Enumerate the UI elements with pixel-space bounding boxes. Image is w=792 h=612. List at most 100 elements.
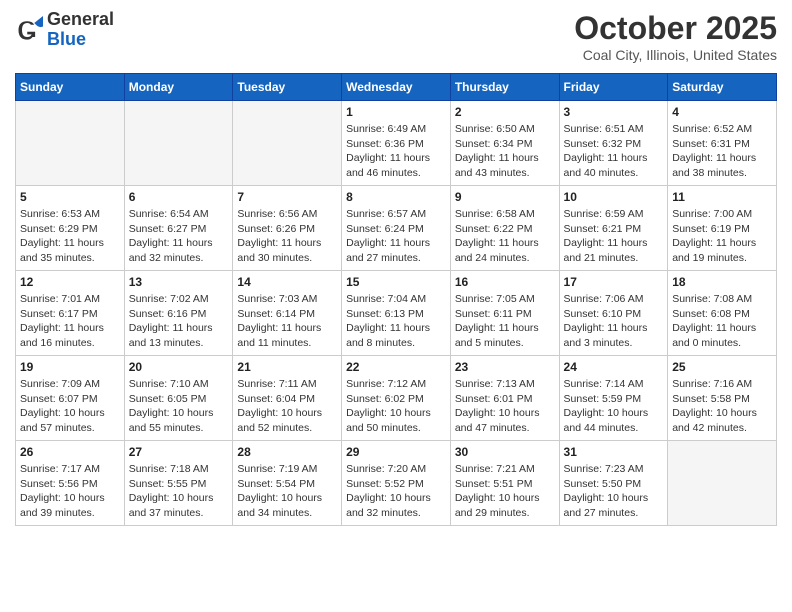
calendar-cell: 26Sunrise: 7:17 AMSunset: 5:56 PMDayligh… <box>16 441 125 526</box>
day-number: 22 <box>346 360 446 374</box>
day-number: 28 <box>237 445 337 459</box>
day-number: 9 <box>455 190 555 204</box>
calendar-week-row: 5Sunrise: 6:53 AMSunset: 6:29 PMDaylight… <box>16 186 777 271</box>
calendar-cell <box>124 101 233 186</box>
day-detail: Sunrise: 6:57 AMSunset: 6:24 PMDaylight:… <box>346 207 446 266</box>
day-detail: Sunrise: 6:52 AMSunset: 6:31 PMDaylight:… <box>672 122 772 181</box>
day-number: 27 <box>129 445 229 459</box>
day-detail: Sunrise: 7:04 AMSunset: 6:13 PMDaylight:… <box>346 292 446 351</box>
day-number: 3 <box>564 105 664 119</box>
calendar-cell: 10 Sunrise: 6:59 AMSunset: 6:21 PMDayligh… <box>559 186 668 271</box>
calendar-cell: 23 Sunrise: 7:13 AMSunset: 6:01 PMDayligh… <box>450 356 559 441</box>
page-header: General Blue October 2025 Coal City, Ill… <box>15 10 777 63</box>
day-detail: Sunrise: 7:13 AMSunset: 6:01 PMDaylight:… <box>455 377 555 436</box>
day-number: 14 <box>237 275 337 289</box>
calendar-cell: 29 Sunrise: 7:20 AMSunset: 5:52 PMDayligh… <box>342 441 451 526</box>
day-number: 4 <box>672 105 772 119</box>
day-number: 30 <box>455 445 555 459</box>
calendar-day-header: Wednesday <box>342 74 451 101</box>
calendar-cell: 4 Sunrise: 6:52 AMSunset: 6:31 PMDaylight… <box>668 101 777 186</box>
day-number: 31 <box>564 445 664 459</box>
calendar-cell: 7 Sunrise: 6:56 AMSunset: 6:26 PMDaylight… <box>233 186 342 271</box>
day-number: 8 <box>346 190 446 204</box>
day-number: 20 <box>129 360 229 374</box>
calendar-cell <box>668 441 777 526</box>
logo-icon <box>15 16 43 44</box>
calendar-cell: 28 Sunrise: 7:19 AMSunset: 5:54 PMDayligh… <box>233 441 342 526</box>
calendar-cell: 1 Sunrise: 6:49 AMSunset: 6:36 PMDaylight… <box>342 101 451 186</box>
day-detail: Sunrise: 7:05 AMSunset: 6:11 PMDaylight:… <box>455 292 555 351</box>
calendar-day-header: Tuesday <box>233 74 342 101</box>
calendar-week-row: 19Sunrise: 7:09 AMSunset: 6:07 PMDayligh… <box>16 356 777 441</box>
day-detail: Sunrise: 7:21 AMSunset: 5:51 PMDaylight:… <box>455 462 555 521</box>
day-number: 13 <box>129 275 229 289</box>
day-number: 25 <box>672 360 772 374</box>
day-number: 7 <box>237 190 337 204</box>
calendar-cell: 24 Sunrise: 7:14 AMSunset: 5:59 PMDayligh… <box>559 356 668 441</box>
calendar-cell: 27 Sunrise: 7:18 AMSunset: 5:55 PMDayligh… <box>124 441 233 526</box>
day-detail: Sunrise: 6:50 AMSunset: 6:34 PMDaylight:… <box>455 122 555 181</box>
title-block: October 2025 Coal City, Illinois, United… <box>574 10 777 63</box>
day-number: 23 <box>455 360 555 374</box>
day-detail: Sunrise: 7:20 AMSunset: 5:52 PMDaylight:… <box>346 462 446 521</box>
day-number: 1 <box>346 105 446 119</box>
calendar-cell: 18Sunrise: 7:08 AMSunset: 6:08 PMDayligh… <box>668 271 777 356</box>
calendar-body: 1 Sunrise: 6:49 AMSunset: 6:36 PMDaylight… <box>16 101 777 526</box>
calendar-cell: 21 Sunrise: 7:11 AMSunset: 6:04 PMDayligh… <box>233 356 342 441</box>
logo-text: General Blue <box>47 10 114 50</box>
calendar-cell: 30 Sunrise: 7:21 AMSunset: 5:51 PMDayligh… <box>450 441 559 526</box>
day-number: 29 <box>346 445 446 459</box>
day-detail: Sunrise: 7:19 AMSunset: 5:54 PMDaylight:… <box>237 462 337 521</box>
day-number: 26 <box>20 445 120 459</box>
day-detail: Sunrise: 6:58 AMSunset: 6:22 PMDaylight:… <box>455 207 555 266</box>
day-number: 10 <box>564 190 664 204</box>
day-number: 2 <box>455 105 555 119</box>
calendar-cell: 20 Sunrise: 7:10 AMSunset: 6:05 PMDayligh… <box>124 356 233 441</box>
calendar-cell: 17 Sunrise: 7:06 AMSunset: 6:10 PMDayligh… <box>559 271 668 356</box>
calendar-cell <box>233 101 342 186</box>
day-detail: Sunrise: 7:06 AMSunset: 6:10 PMDaylight:… <box>564 292 664 351</box>
day-detail: Sunrise: 6:56 AMSunset: 6:26 PMDaylight:… <box>237 207 337 266</box>
calendar-cell: 25 Sunrise: 7:16 AMSunset: 5:58 PMDayligh… <box>668 356 777 441</box>
day-number: 21 <box>237 360 337 374</box>
month-title: October 2025 <box>574 10 777 47</box>
logo: General Blue <box>15 10 114 50</box>
calendar-header-row: SundayMondayTuesdayWednesdayThursdayFrid… <box>16 74 777 101</box>
calendar-day-header: Thursday <box>450 74 559 101</box>
calendar-cell: 9 Sunrise: 6:58 AMSunset: 6:22 PMDaylight… <box>450 186 559 271</box>
day-number: 17 <box>564 275 664 289</box>
day-detail: Sunrise: 7:10 AMSunset: 6:05 PMDaylight:… <box>129 377 229 436</box>
calendar-cell: 6 Sunrise: 6:54 AMSunset: 6:27 PMDaylight… <box>124 186 233 271</box>
calendar-cell: 11Sunrise: 7:00 AMSunset: 6:19 PMDayligh… <box>668 186 777 271</box>
day-detail: Sunrise: 7:16 AMSunset: 5:58 PMDaylight:… <box>672 377 772 436</box>
calendar-week-row: 1 Sunrise: 6:49 AMSunset: 6:36 PMDaylight… <box>16 101 777 186</box>
calendar-cell: 3 Sunrise: 6:51 AMSunset: 6:32 PMDaylight… <box>559 101 668 186</box>
day-detail: Sunrise: 6:59 AMSunset: 6:21 PMDaylight:… <box>564 207 664 266</box>
calendar-cell: 5Sunrise: 6:53 AMSunset: 6:29 PMDaylight… <box>16 186 125 271</box>
day-detail: Sunrise: 7:14 AMSunset: 5:59 PMDaylight:… <box>564 377 664 436</box>
calendar-cell: 13 Sunrise: 7:02 AMSunset: 6:16 PMDayligh… <box>124 271 233 356</box>
day-detail: Sunrise: 7:11 AMSunset: 6:04 PMDaylight:… <box>237 377 337 436</box>
calendar-cell: 22 Sunrise: 7:12 AMSunset: 6:02 PMDayligh… <box>342 356 451 441</box>
calendar-cell: 2 Sunrise: 6:50 AMSunset: 6:34 PMDaylight… <box>450 101 559 186</box>
calendar-week-row: 26Sunrise: 7:17 AMSunset: 5:56 PMDayligh… <box>16 441 777 526</box>
day-detail: Sunrise: 7:12 AMSunset: 6:02 PMDaylight:… <box>346 377 446 436</box>
day-detail: Sunrise: 7:09 AMSunset: 6:07 PMDaylight:… <box>20 377 120 436</box>
calendar-cell: 16Sunrise: 7:05 AMSunset: 6:11 PMDayligh… <box>450 271 559 356</box>
calendar-week-row: 12Sunrise: 7:01 AMSunset: 6:17 PMDayligh… <box>16 271 777 356</box>
calendar-day-header: Sunday <box>16 74 125 101</box>
day-number: 6 <box>129 190 229 204</box>
day-detail: Sunrise: 7:01 AMSunset: 6:17 PMDaylight:… <box>20 292 120 351</box>
day-number: 18 <box>672 275 772 289</box>
day-number: 24 <box>564 360 664 374</box>
day-detail: Sunrise: 6:51 AMSunset: 6:32 PMDaylight:… <box>564 122 664 181</box>
day-detail: Sunrise: 6:49 AMSunset: 6:36 PMDaylight:… <box>346 122 446 181</box>
calendar-day-header: Friday <box>559 74 668 101</box>
calendar-cell: 8 Sunrise: 6:57 AMSunset: 6:24 PMDaylight… <box>342 186 451 271</box>
location: Coal City, Illinois, United States <box>574 47 777 63</box>
day-detail: Sunrise: 7:02 AMSunset: 6:16 PMDaylight:… <box>129 292 229 351</box>
day-detail: Sunrise: 7:18 AMSunset: 5:55 PMDaylight:… <box>129 462 229 521</box>
calendar-day-header: Monday <box>124 74 233 101</box>
day-detail: Sunrise: 6:53 AMSunset: 6:29 PMDaylight:… <box>20 207 120 266</box>
day-detail: Sunrise: 6:54 AMSunset: 6:27 PMDaylight:… <box>129 207 229 266</box>
